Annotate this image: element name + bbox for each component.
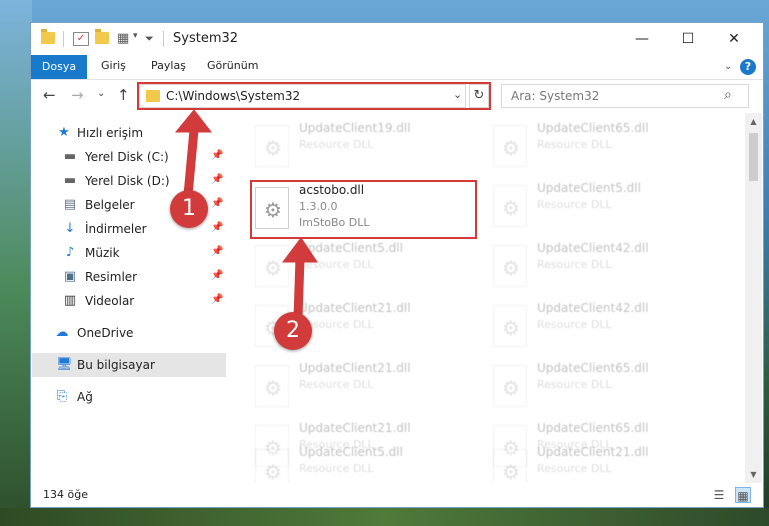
annotation-arrows	[174, 109, 318, 323]
step-2-badge: 2	[274, 312, 312, 350]
step-1-badge: 1	[170, 190, 208, 228]
